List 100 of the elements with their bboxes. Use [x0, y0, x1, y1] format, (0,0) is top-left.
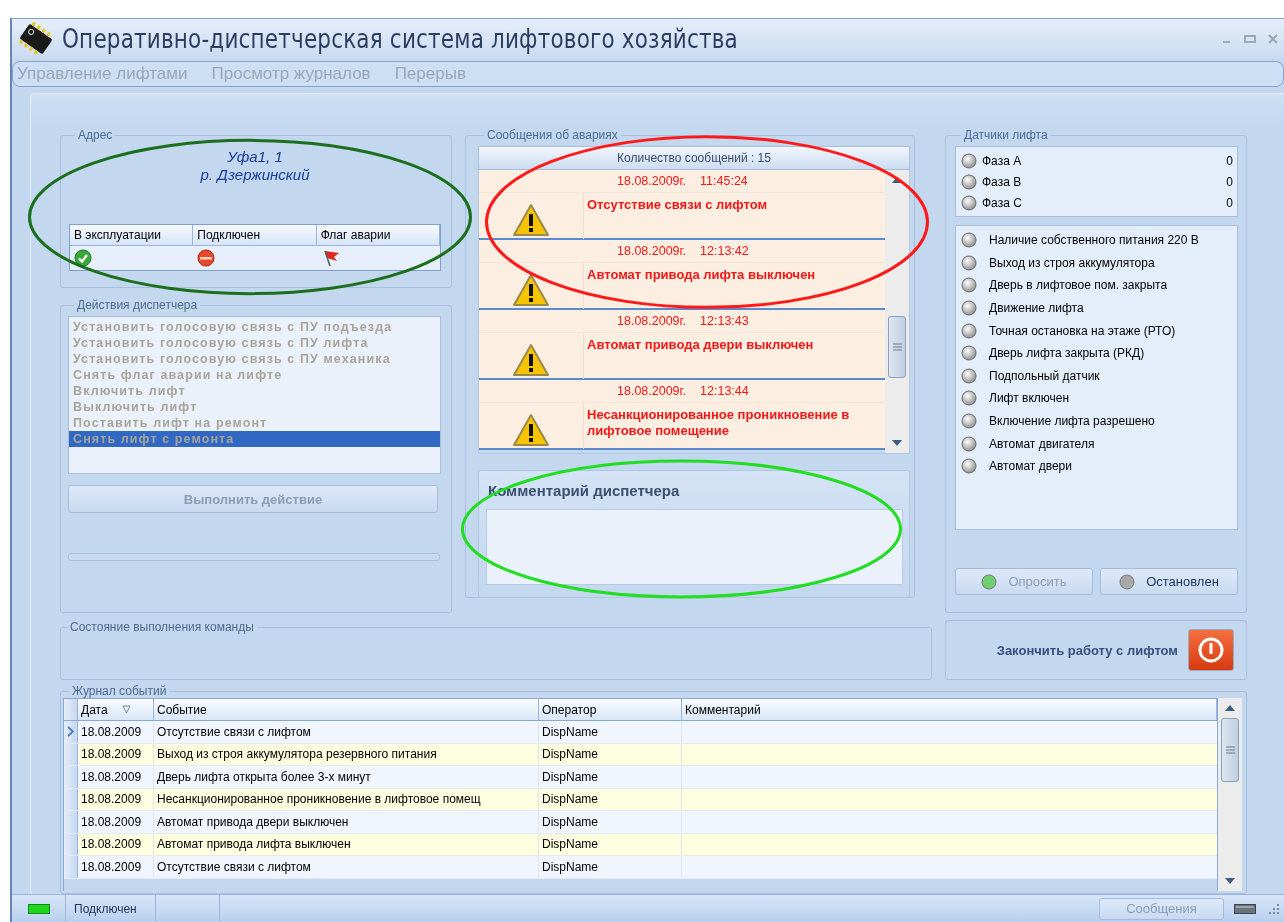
table-cell: DispName	[539, 721, 682, 743]
warning-icon	[512, 203, 550, 237]
sensor-label: Дверь в лифтовое пом. закрыта	[989, 278, 1168, 293]
message-text: Отсутствие связи с лифтом	[586, 196, 769, 214]
header-label: Событие	[157, 702, 207, 717]
warning-icon	[512, 273, 550, 307]
alarm-message[interactable]: 18.08.2009г. 12:13:44 Несанкционированное проникновение в лифтовое помещение	[479, 380, 885, 450]
alarm-message[interactable]: 18.08.2009г. 12:13:42 Автомат привода лифта выключен	[479, 240, 885, 310]
row-selector[interactable]	[64, 833, 78, 855]
group-label: Состояние выполнения команды	[69, 620, 255, 634]
group-label: Сообщения об авариях	[486, 128, 619, 142]
sensor-label: Автомат двери	[989, 459, 1072, 474]
table-cell: Выход из строя аккумулятора резервного питания	[154, 743, 539, 765]
scrollbar-thumb[interactable]	[888, 316, 906, 378]
sensor-label: Точная остановка на этаже (РТО)	[989, 323, 1176, 338]
table-cell: Дверь лифта открыта более 3-х минут	[154, 766, 539, 788]
power-icon	[1196, 635, 1226, 665]
group-label: Журнал событий	[71, 684, 168, 698]
message-date: 18.08.2009г.	[617, 314, 687, 328]
comment-field[interactable]	[486, 509, 903, 585]
close-icon[interactable]	[1268, 34, 1278, 44]
sensor-label: Подпольный датчик	[989, 368, 1100, 383]
message-text: Несанкционированное проникновение в лифтовое помещение	[586, 406, 851, 440]
scrollbar[interactable]	[885, 170, 909, 453]
message-date: 18.08.2009г.	[617, 384, 687, 398]
table-cell: Автомат привода двери выключен	[154, 811, 539, 833]
scroll-down-icon[interactable]	[891, 439, 903, 447]
row-selector[interactable]	[64, 811, 78, 833]
table-cell: DispName	[539, 833, 682, 855]
column-header[interactable]: В эксплуатации	[70, 225, 194, 245]
message-time: 11:45:24	[700, 174, 748, 188]
corner-header	[64, 699, 78, 720]
scroll-up-icon[interactable]	[1224, 704, 1236, 712]
alarm-message[interactable]: 18.08.2009г. 12:13:43 Автомат привода двери выключен	[479, 310, 885, 380]
table-cell: 18.08.2009	[78, 721, 154, 743]
sensor-button[interactable]: Остановлен	[1100, 568, 1238, 595]
resize-grip-icon[interactable]	[1268, 902, 1280, 915]
message-count: Количество сообщений : 15	[478, 146, 910, 170]
column-header[interactable]: Подключен	[193, 225, 317, 245]
warning-icon	[512, 343, 550, 377]
row-pointer-icon	[67, 726, 74, 738]
sensor-label: Включение лифта разрешено	[989, 414, 1155, 429]
table-cell: 18.08.2009	[78, 766, 154, 788]
row-selector[interactable]	[64, 788, 78, 810]
column-header[interactable]: Событие	[154, 699, 539, 720]
message-time: 12:13:42	[700, 244, 749, 258]
finish-label: Закончить работу с лифтом	[996, 642, 1178, 658]
table-cell: Отсутствие связи с лифтом	[154, 856, 539, 878]
row-selector[interactable]	[64, 766, 78, 788]
scrollbar[interactable]	[1218, 698, 1242, 891]
sensor-label: Лифт включен	[989, 391, 1070, 406]
address-text: Уфа1, 1	[226, 148, 284, 166]
column-header[interactable]: Флаг аварии	[316, 225, 440, 245]
column-header[interactable]: Дата	[78, 699, 154, 720]
alarm-message[interactable]: 18.08.2009г. 11:45:24 Отсутствие связи с лифтом	[479, 170, 885, 240]
table-cell: Несанкционированное проникновение в лифтовое помещ	[154, 788, 539, 810]
column-header[interactable]: Оператор	[539, 699, 682, 720]
table-cell: 18.08.2009	[78, 788, 154, 810]
row-selector[interactable]	[64, 721, 78, 743]
row-selector[interactable]	[64, 743, 78, 765]
power-button[interactable]	[1188, 629, 1234, 671]
sensor-label: Дверь лифта закрыта (РКД)	[989, 346, 1145, 361]
sensor-label: Движение лифта	[989, 301, 1084, 316]
check-icon	[74, 249, 92, 267]
group-label: Адрес	[77, 128, 114, 142]
phase-label: Фаза В	[982, 174, 1022, 189]
sensor-label: Наличие собственного питания 220 В	[989, 233, 1199, 248]
grip-icon	[1225, 746, 1235, 754]
group-label: Датчики лифта	[963, 128, 1049, 142]
group-label: Действия диспетчера	[76, 298, 199, 312]
table-cell: DispName	[539, 766, 682, 788]
table-cell: DispName	[539, 856, 682, 878]
message-text: Автомат привода двери выключен	[586, 336, 815, 354]
table-cell: 18.08.2009	[78, 833, 154, 855]
window-title: Оперативно-диспетчерская система лифтового хозяйства	[62, 24, 738, 54]
sensor-label: Автомат двигателя	[989, 436, 1095, 451]
column-header[interactable]: Комментарий	[682, 699, 1217, 720]
header-label: Дата	[81, 702, 108, 717]
message-date: 18.08.2009г.	[617, 244, 687, 258]
status-text: Подключен	[66, 895, 156, 922]
address-text: р. Дзержинский	[199, 166, 311, 184]
sensor-label: Выход из строя аккумулятора	[989, 255, 1155, 270]
scroll-down-icon[interactable]	[1224, 877, 1236, 885]
keyboard-icon	[1234, 903, 1256, 914]
message-text: Автомат привода лифта выключен	[586, 266, 817, 284]
row-selector[interactable]	[64, 856, 78, 878]
scrollbar-thumb[interactable]	[1221, 718, 1239, 782]
header-label: Комментарий	[685, 702, 761, 717]
stop-icon	[197, 249, 216, 267]
table-cell: 18.08.2009	[78, 743, 154, 765]
warning-icon	[512, 413, 550, 447]
grip-icon	[892, 343, 902, 351]
scroll-up-icon[interactable]	[891, 176, 903, 184]
table-cell: 18.08.2009	[78, 856, 154, 878]
sort-icon[interactable]	[121, 705, 131, 714]
message-time: 12:13:43	[700, 314, 749, 328]
maximize-icon[interactable]	[1244, 34, 1256, 44]
table-cell: Автомат привода лифта выключен	[154, 833, 539, 855]
table-cell: DispName	[539, 743, 682, 765]
table-cell: Отсутствие связи с лифтом	[154, 721, 539, 743]
